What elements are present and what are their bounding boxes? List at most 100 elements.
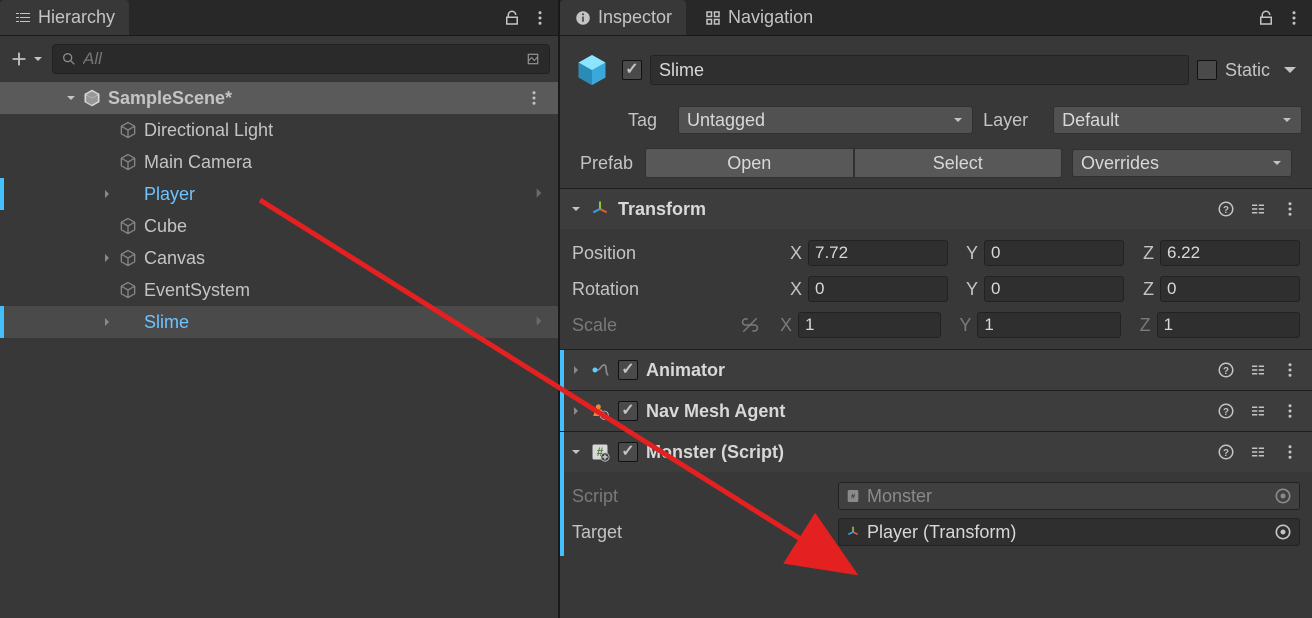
layer-dropdown[interactable]: Default <box>1053 106 1302 134</box>
target-field[interactable]: Player (Transform) <box>838 518 1300 546</box>
target-label: Target <box>572 522 832 543</box>
static-dropdown-icon[interactable] <box>1278 58 1302 82</box>
hierarchy-item-label: Player <box>144 184 195 205</box>
hierarchy-item-directional-light[interactable]: Directional Light <box>0 114 558 146</box>
object-name-field[interactable] <box>650 55 1189 85</box>
info-icon <box>574 9 592 27</box>
transform-body: Position X Y Z Rotation X Y Z Scale X <box>560 229 1312 349</box>
foldout-arrow-icon[interactable] <box>62 92 80 104</box>
object-picker-icon[interactable] <box>1273 522 1293 542</box>
hierarchy-item-label: EventSystem <box>144 280 250 301</box>
position-row: Position X Y Z <box>572 235 1300 271</box>
transform-title: Transform <box>618 199 1206 220</box>
animator-enabled-checkbox[interactable] <box>618 360 638 380</box>
scene-context-icon[interactable] <box>522 86 546 110</box>
hierarchy-item-slime[interactable]: Slime <box>0 306 558 338</box>
svg-text:?: ? <box>1223 407 1229 418</box>
lock-icon[interactable] <box>1254 6 1278 30</box>
inspector-tab[interactable]: Inspector <box>560 0 686 35</box>
hierarchy-item-main-camera[interactable]: Main Camera <box>0 146 558 178</box>
prefab-overrides-dropdown[interactable]: Overrides <box>1072 149 1292 177</box>
position-x-input[interactable] <box>808 240 948 266</box>
scale-y-input[interactable] <box>977 312 1120 338</box>
hierarchy-tab-label: Hierarchy <box>38 7 115 28</box>
preset-icon[interactable] <box>1246 197 1270 221</box>
open-prefab-arrow-icon[interactable] <box>532 312 546 333</box>
scale-z-input[interactable] <box>1157 312 1300 338</box>
preset-icon[interactable] <box>1246 358 1270 382</box>
create-button[interactable] <box>8 48 44 70</box>
animator-component: Animator ? <box>560 349 1312 390</box>
hierarchy-item-label: Slime <box>144 312 189 333</box>
navigation-tab[interactable]: Navigation <box>690 0 827 35</box>
foldout-arrow-icon[interactable] <box>98 188 116 200</box>
hierarchy-search[interactable] <box>52 44 550 74</box>
script-row: Script # Monster <box>572 478 1300 514</box>
search-input[interactable] <box>83 49 519 69</box>
gameobject-cube-icon <box>116 120 140 140</box>
position-y-input[interactable] <box>984 240 1124 266</box>
hierarchy-item-player[interactable]: Player <box>0 178 558 210</box>
svg-text:?: ? <box>1223 366 1229 377</box>
prefab-label: Prefab <box>580 153 635 174</box>
prefab-cube-icon <box>116 184 140 204</box>
constrain-proportions-icon[interactable] <box>738 313 762 337</box>
component-context-icon[interactable] <box>1278 440 1302 464</box>
scale-x-input[interactable] <box>798 312 941 338</box>
monster-enabled-checkbox[interactable] <box>618 442 638 462</box>
preset-icon[interactable] <box>1246 399 1270 423</box>
prefab-open-button[interactable]: Open <box>645 148 854 178</box>
transform-header[interactable]: Transform ? <box>560 189 1312 229</box>
svg-text:#: # <box>851 492 855 501</box>
active-checkbox[interactable] <box>622 60 642 80</box>
navmesh-enabled-checkbox[interactable] <box>618 401 638 421</box>
inspector-tabbar: Inspector Navigation <box>560 0 1312 36</box>
monster-body: Script # Monster Target Player (Transfor… <box>560 472 1312 556</box>
navmesh-header[interactable]: Nav Mesh Agent ? <box>560 391 1312 431</box>
scene-row[interactable]: SampleScene* <box>0 82 558 114</box>
preset-icon[interactable] <box>1246 440 1270 464</box>
open-prefab-arrow-icon[interactable] <box>532 184 546 205</box>
component-context-icon[interactable] <box>1278 197 1302 221</box>
help-icon[interactable]: ? <box>1214 399 1238 423</box>
monster-header[interactable]: # Monster (Script) ? <box>560 432 1312 472</box>
monster-component: # Monster (Script) ? Script # Monster Ta… <box>560 431 1312 556</box>
component-context-icon[interactable] <box>1278 358 1302 382</box>
hierarchy-item-canvas[interactable]: Canvas <box>0 242 558 274</box>
navmesh-component: Nav Mesh Agent ? <box>560 390 1312 431</box>
lock-icon[interactable] <box>500 6 524 30</box>
scale-row: Scale X Y Z <box>572 307 1300 343</box>
help-icon[interactable]: ? <box>1214 358 1238 382</box>
script-label: Script <box>572 486 832 507</box>
hierarchy-item-cube[interactable]: Cube <box>0 210 558 242</box>
object-icon[interactable] <box>570 48 614 92</box>
animator-icon <box>590 360 610 380</box>
scene-label: SampleScene* <box>108 88 232 109</box>
component-context-icon[interactable] <box>1278 399 1302 423</box>
context-menu-icon[interactable] <box>528 6 552 30</box>
hierarchy-item-eventsystem[interactable]: EventSystem <box>0 274 558 306</box>
rotation-x-input[interactable] <box>808 276 948 302</box>
static-checkbox[interactable] <box>1197 60 1217 80</box>
object-name-input[interactable] <box>659 60 1180 81</box>
svg-text:?: ? <box>1223 205 1229 216</box>
help-icon[interactable]: ? <box>1214 197 1238 221</box>
foldout-arrow-icon[interactable] <box>98 252 116 264</box>
animator-header[interactable]: Animator ? <box>560 350 1312 390</box>
tag-label: Tag <box>628 110 668 131</box>
hierarchy-tab[interactable]: Hierarchy <box>0 0 129 35</box>
gameobject-cube-icon <box>116 152 140 172</box>
help-icon[interactable]: ? <box>1214 440 1238 464</box>
position-z-input[interactable] <box>1160 240 1300 266</box>
tag-value: Untagged <box>687 110 765 131</box>
context-menu-icon[interactable] <box>1282 6 1306 30</box>
rotation-y-input[interactable] <box>984 276 1124 302</box>
chevron-down-icon <box>1281 114 1293 126</box>
navigation-icon <box>704 9 722 27</box>
search-type-icon[interactable] <box>525 51 541 67</box>
tag-dropdown[interactable]: Untagged <box>678 106 973 134</box>
object-picker-icon[interactable] <box>1273 486 1293 506</box>
foldout-arrow-icon[interactable] <box>98 316 116 328</box>
rotation-z-input[interactable] <box>1160 276 1300 302</box>
prefab-select-button[interactable]: Select <box>854 148 1063 178</box>
